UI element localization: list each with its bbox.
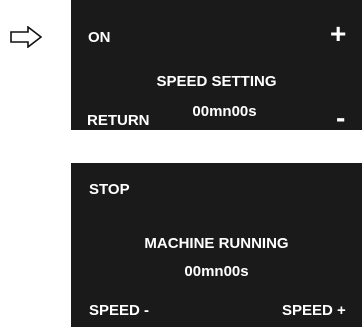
stop-button[interactable]: STOP [89, 181, 130, 198]
right-arrow-icon [10, 26, 42, 48]
speed-minus-button[interactable]: SPEED - [89, 302, 149, 319]
timer-display: 00mn00s [184, 263, 249, 280]
machine-running-screen: STOP MACHINE RUNNING 00mn00s SPEED - SPE… [71, 163, 362, 327]
display-instructions: ON + SPEED SETTING 00mn00s RETURN - STOP… [0, 0, 362, 327]
screen-title: MACHINE RUNNING [144, 235, 289, 252]
minus-button[interactable]: - [336, 104, 345, 132]
on-button[interactable]: ON [88, 29, 111, 46]
speed-setting-screen: ON + SPEED SETTING 00mn00s RETURN - [71, 0, 362, 132]
return-button[interactable]: RETURN [87, 112, 150, 129]
screen-title: SPEED SETTING [156, 73, 277, 90]
speed-plus-button[interactable]: SPEED + [282, 302, 346, 319]
plus-button[interactable]: + [330, 20, 346, 48]
